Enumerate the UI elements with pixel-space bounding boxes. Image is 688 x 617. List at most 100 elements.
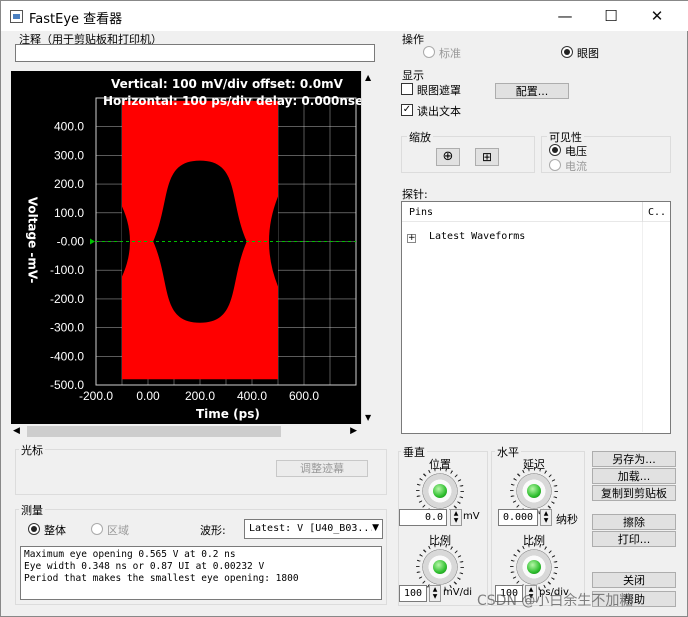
zoom-in-icon[interactable]: ⊕: [436, 148, 460, 166]
eye-mask-checkbox[interactable]: [401, 83, 413, 95]
cursor-group-label: 光标: [19, 442, 45, 458]
x-tick-label: 400.0: [237, 389, 267, 403]
measure-whole-label: 整体: [44, 524, 66, 537]
y-tick-label: 400.0: [54, 120, 84, 134]
horizontal-delay-unit: 纳秒: [556, 513, 578, 526]
y-axis-label: Voltage -mV-: [25, 196, 40, 284]
eye-plot: -200.0 0.00 200.0 400.0 600.0 400.0 300.0 200.0…: [11, 71, 370, 424]
waveform-label: 波形:: [200, 524, 226, 537]
horizontal-delay-input[interactable]: 0.000: [498, 509, 538, 526]
vertical-position-input[interactable]: 0.0: [399, 509, 447, 526]
read-text-label: 读出文本: [417, 105, 461, 118]
x-tick-label: 200.0: [185, 389, 215, 403]
vertical-scale-unit: mV/di: [443, 587, 473, 598]
probe-label: 探针:: [402, 188, 428, 201]
vertical-group-label: 垂直: [401, 444, 427, 460]
close-window-button[interactable]: ✕: [634, 1, 680, 31]
scroll-left-icon[interactable]: ◀: [13, 426, 20, 436]
vertical-position-unit: mV: [463, 511, 480, 522]
scroll-right-icon[interactable]: ▶: [350, 426, 357, 436]
chevron-down-icon: ▼: [372, 523, 379, 533]
maximize-button[interactable]: ☐: [588, 1, 634, 31]
annotation-input[interactable]: [15, 44, 375, 62]
y-tick-label: 100.0: [54, 206, 84, 220]
erase-button[interactable]: 擦除: [592, 514, 676, 530]
measure-region-radio[interactable]: [91, 523, 103, 535]
eye-mask-label: 眼图遮罩: [417, 84, 461, 97]
load-button[interactable]: 加载...: [592, 468, 676, 484]
measurement-output: Maximum eye opening 0.565 V at 0.2 ns Ey…: [20, 546, 382, 600]
x-axis-label: Time (ps): [196, 407, 260, 421]
close-button[interactable]: 关闭: [592, 572, 676, 588]
x-tick-label: 600.0: [289, 389, 319, 403]
measure-whole-radio[interactable]: [28, 523, 40, 535]
voltage-radio[interactable]: [549, 144, 561, 156]
vertical-scale-spinner[interactable]: ▲ ▼: [429, 585, 441, 602]
plot-header-vertical: Vertical: 100 mV/div offset: 0.0mV: [111, 77, 343, 91]
watermark: CSDN @小白余生不加糖: [477, 593, 634, 609]
display-label: 显示: [402, 69, 424, 82]
y-tick-label: -500.0: [50, 378, 84, 392]
scroll-up-icon[interactable]: ▲: [365, 73, 371, 82]
print-button[interactable]: 打印...: [592, 531, 676, 547]
operation-eye-radio[interactable]: [561, 46, 573, 58]
vertical-position-spinner[interactable]: ▲ ▼: [450, 509, 462, 526]
vertical-scale-knob[interactable]: [420, 547, 460, 587]
copy-clipboard-button[interactable]: 复制到剪贴板: [592, 485, 676, 501]
tree-item-latest-waveforms[interactable]: Latest Waveforms: [429, 231, 525, 242]
vertical-position-knob[interactable]: [420, 471, 460, 511]
voltage-label: 电压: [565, 145, 587, 158]
measurement-line: Eye width 0.348 ns or 0.87 UI at 0.00232…: [24, 561, 265, 572]
zoom-fit-icon[interactable]: ⊞: [475, 148, 499, 166]
expand-icon[interactable]: +: [407, 234, 416, 243]
x-tick-label: -200.0: [79, 389, 113, 403]
probe-list[interactable]: Pins C.. + Latest Waveforms: [401, 201, 671, 434]
scroll-down-icon[interactable]: ▼: [365, 413, 371, 422]
config-button[interactable]: 配置...: [495, 83, 569, 99]
y-tick-label: -100.0: [50, 263, 84, 277]
adjust-cursor-button[interactable]: 调整迹幕: [276, 460, 368, 477]
save-as-button[interactable]: 另存为...: [592, 451, 676, 467]
waveform-select[interactable]: Latest: V [U40_B03... ▼: [244, 519, 383, 539]
column-divider: [642, 202, 643, 222]
read-text-checkbox[interactable]: ✓: [401, 104, 413, 116]
operation-standard-radio[interactable]: [423, 46, 435, 58]
y-tick-label: -300.0: [50, 321, 84, 335]
column-c[interactable]: C..: [648, 207, 666, 218]
horizontal-scale-knob[interactable]: [514, 547, 554, 587]
operation-standard-label: 标准: [439, 47, 461, 60]
minimize-button[interactable]: —: [542, 1, 588, 31]
measurement-line: Period that makes the smallest eye openi…: [24, 573, 299, 584]
y-tick-label: 300.0: [54, 148, 84, 162]
app-icon: [10, 10, 23, 23]
eye-diagram-chart: -200.0 0.00 200.0 400.0 600.0 400.0 300.0 200.0…: [50, 97, 357, 403]
fasteye-window: FastEye 查看器 — ☐ ✕ 注释（用于剪贴板和打印机） -200.0 0.…: [0, 0, 688, 617]
current-radio[interactable]: [549, 159, 561, 171]
scroll-thumb[interactable]: [27, 426, 281, 437]
plot-horizontal-scrollbar[interactable]: ◀ ▶: [11, 424, 361, 440]
plot-vertical-scrollbar[interactable]: ▲ ▼: [361, 71, 377, 424]
horizontal-group-label: 水平: [495, 444, 521, 460]
current-label: 电流: [565, 160, 587, 173]
probe-list-header: Pins C..: [402, 202, 670, 222]
measure-region-label: 区域: [107, 524, 129, 537]
vertical-scale-input[interactable]: 100: [399, 585, 427, 602]
operation-eye-label: 眼图: [577, 47, 599, 60]
horizontal-delay-spinner[interactable]: ▲ ▼: [540, 509, 552, 526]
measure-group-label: 测量: [19, 502, 45, 518]
horizontal-delay-knob[interactable]: [514, 471, 554, 511]
measurement-line: Maximum eye opening 0.565 V at 0.2 ns: [24, 549, 236, 560]
x-tick-label: 0.00: [136, 389, 160, 403]
title-bar: FastEye 查看器 — ☐ ✕: [1, 1, 688, 31]
column-guide: [642, 222, 643, 432]
waveform-select-value: Latest: V [U40_B03...: [249, 523, 376, 534]
y-tick-label: -0.00: [57, 235, 85, 249]
plot-header-horizontal: Horizontal: 100 ps/div delay: 0.000nsec: [103, 94, 371, 108]
zero-marker-icon: [90, 238, 95, 245]
window-title: FastEye 查看器: [29, 12, 123, 27]
y-tick-label: 200.0: [54, 177, 84, 191]
operation-label: 操作: [402, 33, 424, 46]
y-tick-label: -400.0: [50, 349, 84, 363]
column-pins[interactable]: Pins: [409, 207, 433, 218]
zoom-label: 缩放: [407, 129, 433, 145]
